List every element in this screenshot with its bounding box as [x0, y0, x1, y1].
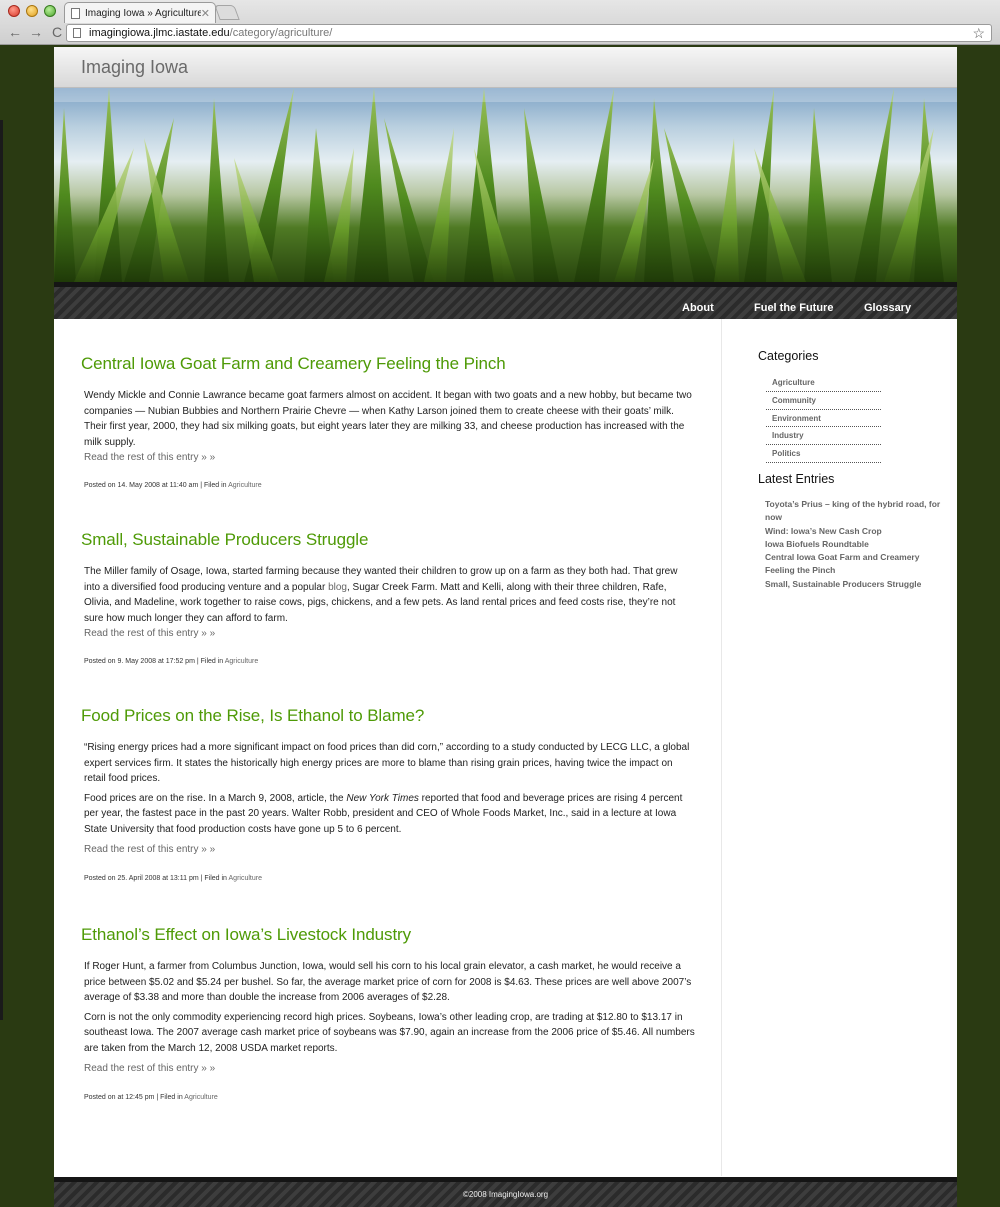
read-more-link[interactable]: Read the rest of this entry » »	[84, 452, 215, 463]
tab-title: Imaging Iowa » Agriculture	[85, 7, 201, 19]
sidebar: Categories Agriculture Community Environ…	[721, 319, 957, 1176]
post-paragraph: If Roger Hunt, a farmer from Columbus Ju…	[84, 961, 692, 1003]
tab-close-icon[interactable]: ✕	[201, 7, 210, 20]
read-more-link[interactable]: Read the rest of this entry » »	[84, 844, 215, 855]
post-text: Food prices are on the rise. In a March …	[84, 792, 347, 804]
post: Central Iowa Goat Farm and Creamery Feel…	[81, 354, 696, 489]
post: Food Prices on the Rise, Is Ethanol to B…	[81, 706, 696, 882]
category-item-community[interactable]: Community	[766, 392, 881, 410]
url-host: imagingiowa.jlmc.iastate.edu	[89, 27, 230, 39]
browser-tab[interactable]: Imaging Iowa » Agriculture ✕	[64, 2, 216, 23]
site-header: Imaging Iowa	[54, 47, 957, 88]
nav-item-about[interactable]: About	[682, 302, 714, 314]
nav-item-glossary[interactable]: Glossary	[864, 302, 911, 314]
site-title[interactable]: Imaging Iowa	[81, 57, 188, 78]
new-tab-button[interactable]	[214, 5, 240, 20]
latest-entry-link[interactable]: Iowa Biofuels Roundtable	[765, 538, 950, 551]
latest-entries-list: Toyota’s Prius – king of the hybrid road…	[765, 498, 950, 591]
page-icon	[71, 7, 80, 19]
post-date: Posted on at 12:45 pm | Filed in	[84, 1093, 185, 1101]
post-date: Posted on 9. May 2008 at 17:52 pm | File…	[84, 657, 225, 665]
address-bar[interactable]: imagingiowa.jlmc.iastate.edu/category/ag…	[66, 24, 992, 42]
post-date: Posted on 25. April 2008 at 13:11 pm | F…	[84, 874, 229, 882]
navigation-buttons: ← → C	[8, 24, 64, 40]
window-edge	[0, 120, 3, 1020]
post-date: Posted on 14. May 2008 at 11:40 am | Fil…	[84, 481, 229, 489]
category-link[interactable]: Agriculture	[184, 1094, 217, 1101]
publication-name: New York Times	[346, 792, 419, 804]
post-meta: Posted on 14. May 2008 at 11:40 am | Fil…	[81, 482, 696, 489]
category-link[interactable]: Agriculture	[225, 658, 258, 665]
category-link[interactable]: Agriculture	[229, 875, 262, 882]
window-minimize-button[interactable]	[26, 5, 38, 17]
browser-chrome: Imaging Iowa » Agriculture ✕ ← → C imagi…	[0, 0, 1000, 45]
post-meta: Posted on 25. April 2008 at 13:11 pm | F…	[81, 875, 696, 882]
post-title[interactable]: Small, Sustainable Producers Struggle	[81, 530, 696, 550]
blog-link[interactable]: blog	[328, 582, 347, 593]
post-paragraph: Corn is not the only commodity experienc…	[84, 1011, 695, 1054]
post-list: Central Iowa Goat Farm and Creamery Feel…	[54, 319, 721, 1176]
back-arrow-icon[interactable]: ←	[8, 24, 22, 40]
banner-grass-image	[54, 88, 957, 282]
latest-entry-link[interactable]: Toyota’s Prius – king of the hybrid road…	[765, 498, 950, 525]
post-body: Wendy Mickle and Connie Lawrance became …	[81, 388, 696, 466]
window-close-button[interactable]	[8, 5, 20, 17]
read-more-link[interactable]: Read the rest of this entry » »	[84, 1063, 215, 1074]
post-title[interactable]: Central Iowa Goat Farm and Creamery Feel…	[81, 354, 696, 374]
post-paragraph: Wendy Mickle and Connie Lawrance became …	[81, 388, 696, 466]
url-path: /category/agriculture/	[229, 27, 333, 39]
post-title[interactable]: Ethanol’s Effect on Iowa’s Livestock Ind…	[81, 925, 696, 945]
category-list: Agriculture Community Environment Indust…	[766, 374, 881, 463]
document-icon	[73, 28, 81, 38]
post: Small, Sustainable Producers Struggle Th…	[81, 530, 696, 665]
footer-copyright: ©2008 ImagingIowa.org	[462, 1190, 549, 1199]
post-meta: Posted on at 12:45 pm | Filed in Agricul…	[81, 1094, 696, 1101]
post-paragraph: Read the rest of this entry » »	[81, 1061, 696, 1077]
grass-illustration	[54, 88, 957, 282]
main-navigation: About Fuel the Future Glossary	[54, 282, 957, 319]
post-paragraph: Read the rest of this entry » »	[81, 842, 696, 858]
category-item-environment[interactable]: Environment	[766, 410, 881, 428]
post-body: The Miller family of Osage, Iowa, starte…	[81, 564, 696, 642]
latest-entry-link[interactable]: Small, Sustainable Producers Struggle	[765, 578, 950, 591]
post-meta: Posted on 9. May 2008 at 17:52 pm | File…	[81, 658, 696, 665]
window-maximize-button[interactable]	[44, 5, 56, 17]
nav-item-fuel-the-future[interactable]: Fuel the Future	[754, 302, 833, 314]
latest-entries-heading: Latest Entries	[758, 472, 835, 486]
post-body: “Rising energy prices had a more signifi…	[81, 740, 696, 858]
site-footer: ©2008 ImagingIowa.org	[54, 1177, 957, 1207]
web-page: Imaging Iowa About Fuel the Future Gloss…	[54, 47, 957, 1207]
latest-entry-link[interactable]: Central Iowa Goat Farm and Creamery Feel…	[765, 551, 950, 578]
reload-icon[interactable]: C	[50, 24, 64, 40]
post-body: If Roger Hunt, a farmer from Columbus Ju…	[81, 959, 696, 1077]
category-item-agriculture[interactable]: Agriculture	[766, 374, 881, 392]
latest-entry-link[interactable]: Wind: Iowa’s New Cash Crop	[765, 525, 950, 538]
post: Ethanol’s Effect on Iowa’s Livestock Ind…	[81, 925, 696, 1101]
category-item-industry[interactable]: Industry	[766, 427, 881, 446]
category-item-politics[interactable]: Politics	[766, 445, 881, 463]
forward-arrow-icon[interactable]: →	[29, 24, 43, 40]
post-title[interactable]: Food Prices on the Rise, Is Ethanol to B…	[81, 706, 696, 726]
post-paragraph: Food prices are on the rise. In a March …	[81, 791, 696, 838]
read-more-link[interactable]: Read the rest of this entry » »	[84, 628, 215, 639]
categories-heading: Categories	[758, 349, 819, 363]
post-text: Wendy Mickle and Connie Lawrance became …	[84, 390, 692, 448]
category-link[interactable]: Agriculture	[228, 482, 261, 489]
post-paragraph: The Miller family of Osage, Iowa, starte…	[81, 564, 696, 642]
post-paragraph: “Rising energy prices had a more signifi…	[84, 742, 690, 784]
bookmark-star-icon[interactable]: ☆	[972, 25, 985, 41]
